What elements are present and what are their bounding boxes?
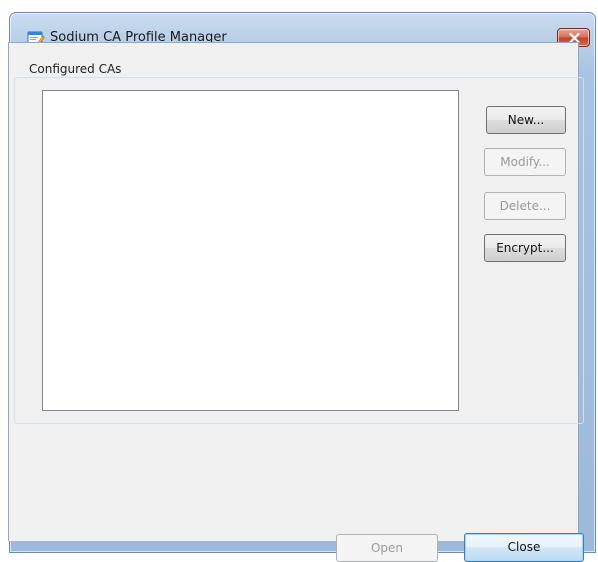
- group-label: Configured CAs: [26, 61, 125, 77]
- modify-button[interactable]: Modify...: [484, 148, 566, 176]
- new-button[interactable]: New...: [486, 106, 566, 134]
- open-button[interactable]: Open: [336, 534, 438, 562]
- close-button[interactable]: Close: [464, 533, 584, 562]
- encrypt-button[interactable]: Encrypt...: [484, 234, 566, 262]
- ca-list[interactable]: [42, 90, 459, 411]
- delete-button[interactable]: Delete...: [484, 192, 566, 220]
